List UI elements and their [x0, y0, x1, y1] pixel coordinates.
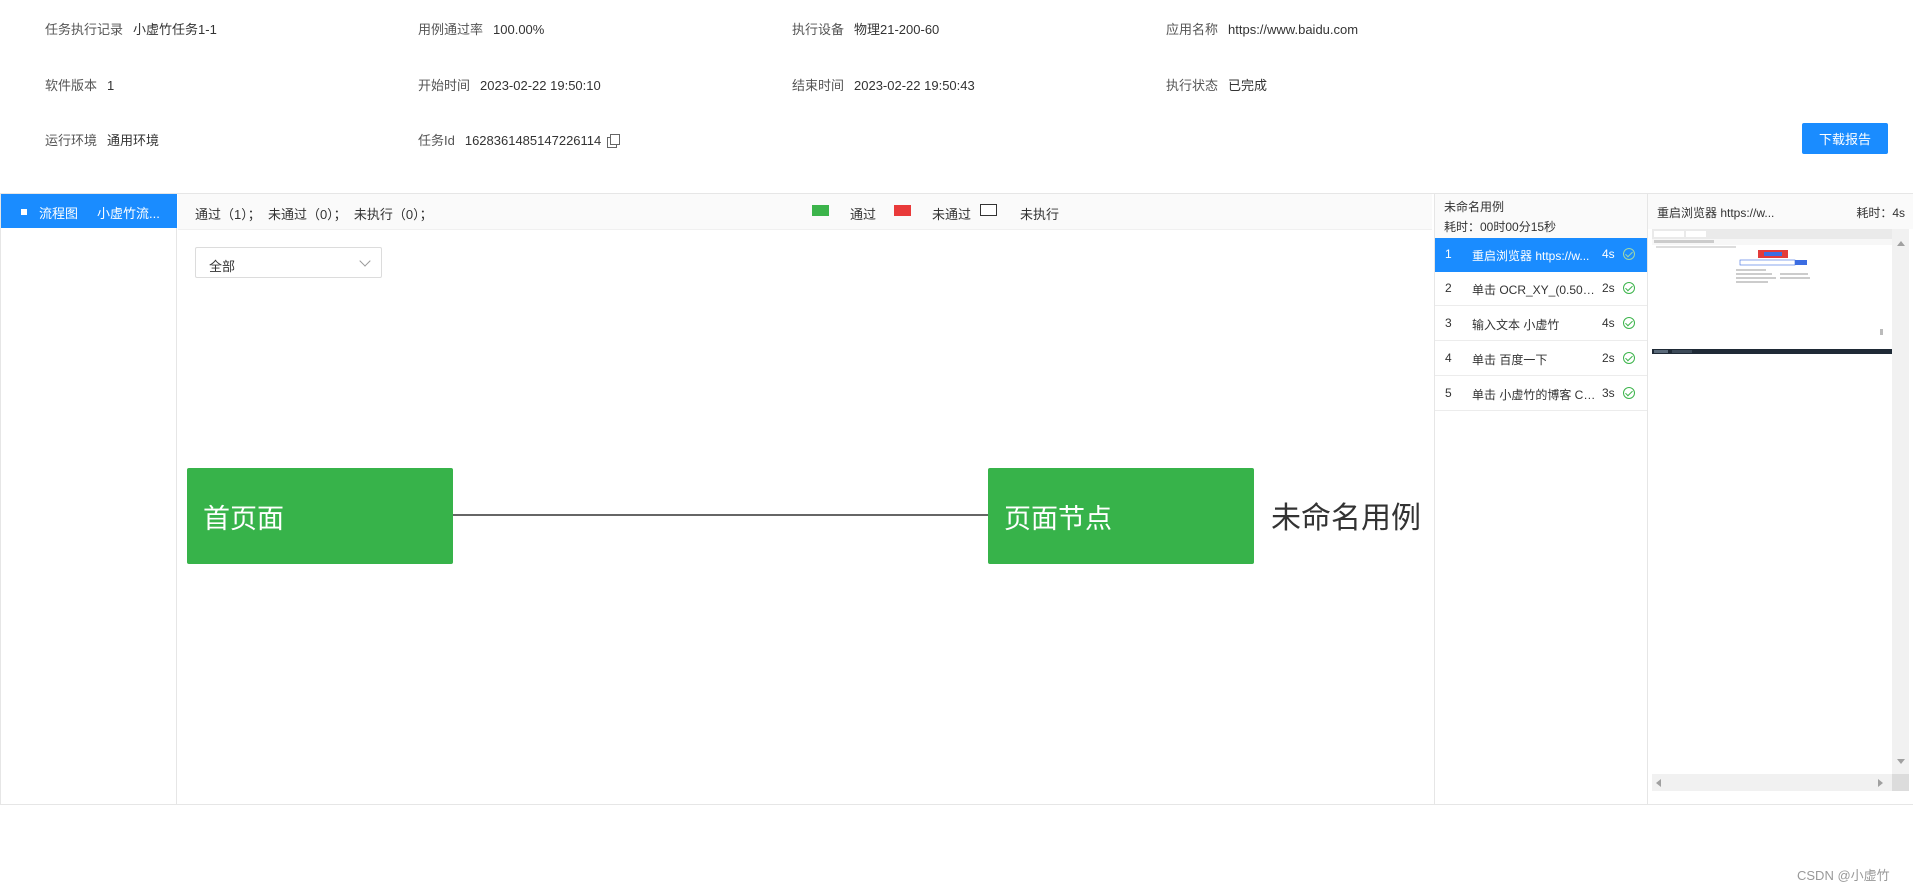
environment-value: 通用环境	[107, 133, 160, 148]
check-circle-icon	[1623, 248, 1635, 260]
screenshot-duration: 耗时：4s	[1856, 206, 1905, 220]
task-id-value: 1628361485147226114	[464, 133, 602, 148]
check-circle-icon	[1623, 317, 1635, 329]
start-time: 开始时间 2023-02-22 19:50:10	[418, 75, 601, 94]
exec-status-value: 已完成	[1228, 78, 1268, 93]
info-row-1: 任务执行记录 小虚竹任务1-1 用例通过率 100.00% 执行设备 物理21-200…	[0, 19, 1913, 39]
device-value: 物理21-200-60	[854, 22, 940, 37]
task-id: 任务Id 1628361485147226114	[418, 130, 621, 149]
case-title: 未命名用例	[1444, 200, 1505, 214]
vertical-scrollbar[interactable]	[1892, 229, 1909, 774]
app-name-value: https://www.baidu.com	[1228, 22, 1359, 37]
step-row[interactable]: 4 单击 百度一下 2s	[1435, 342, 1647, 376]
start-time-label: 开始时间	[418, 78, 471, 93]
info-row-3: 运行环境 通用环境 任务Id 1628361485147226114	[0, 130, 1913, 150]
pass-rate-label: 用例通过率	[418, 22, 484, 37]
step-row[interactable]: 1 重启浏览器 https://w... 4s	[1435, 238, 1647, 272]
step-name: 重启浏览器 https://w...	[1472, 249, 1590, 263]
app-name: 应用名称 https://www.baidu.com	[1166, 19, 1358, 38]
task-record-label: 任务执行记录	[45, 22, 124, 37]
step-number: 5	[1445, 386, 1452, 400]
app-name-label: 应用名称	[1166, 22, 1219, 37]
end-time-label: 结束时间	[792, 78, 845, 93]
case-header: 未命名用例 耗时：00时00分15秒	[1435, 194, 1647, 238]
step-name: 单击 百度一下	[1472, 353, 1548, 367]
scroll-right-arrow-icon[interactable]	[1878, 779, 1883, 787]
flow-node-home-label: 首页面	[203, 504, 284, 534]
download-report-button[interactable]: 下载报告	[1802, 123, 1888, 154]
pass-rate-value: 100.00%	[493, 22, 545, 37]
environment-label: 运行环境	[45, 133, 98, 148]
flow-canvas: 通过（1）； 未通过（0）； 未执行（0）； 通过 未通过 未执行 全部 首页面…	[178, 194, 1432, 804]
task-id-label: 任务Id	[418, 133, 455, 148]
step-number: 1	[1445, 247, 1452, 261]
step-duration: 4s	[1602, 247, 1615, 261]
scroll-left-arrow-icon[interactable]	[1656, 779, 1661, 787]
start-time-value: 2023-02-22 19:50:10	[480, 78, 601, 93]
task-record-value: 小虚竹任务1-1	[133, 22, 217, 37]
screenshot-viewport[interactable]	[1652, 229, 1892, 774]
screenshot-header: 重启浏览器 https://w... 耗时：4s	[1648, 194, 1913, 229]
step-name: 输入文本 小虚竹	[1472, 318, 1560, 332]
square-bullet-icon	[21, 209, 27, 215]
step-duration: 3s	[1602, 386, 1615, 400]
pass-rate: 用例通过率 100.00%	[418, 19, 544, 38]
step-row[interactable]: 2 单击 OCR_XY_(0.501,0... 2s	[1435, 272, 1647, 306]
step-row[interactable]: 3 输入文本 小虚竹 4s	[1435, 307, 1647, 341]
end-time-value: 2023-02-22 19:50:43	[854, 78, 975, 93]
nav-item-flowchart[interactable]: 流程图 小虚竹流...	[1, 194, 177, 228]
flow-case-label: 未命名用例	[1271, 502, 1421, 535]
device: 执行设备 物理21-200-60	[792, 19, 939, 38]
copy-icon[interactable]	[607, 134, 621, 148]
info-row-2: 软件版本 1 开始时间 2023-02-22 19:50:10 结束时间 2023-0…	[0, 75, 1913, 95]
task-record: 任务执行记录 小虚竹任务1-1	[45, 19, 217, 38]
scroll-up-arrow-icon[interactable]	[1897, 241, 1905, 246]
step-duration: 2s	[1602, 351, 1615, 365]
nav-item-label: 流程图	[39, 206, 79, 221]
step-duration: 4s	[1602, 316, 1615, 330]
case-duration: 耗时：00时00分15秒	[1444, 220, 1557, 234]
step-duration: 2s	[1602, 281, 1615, 295]
step-row[interactable]: 5 单击 小虚竹的博客 CS... 3s	[1435, 377, 1647, 411]
check-circle-icon	[1623, 387, 1635, 399]
software-version-label: 软件版本	[45, 78, 98, 93]
flow-diagram: 首页面 页面节点 未命名用例	[187, 468, 1421, 564]
check-circle-icon	[1623, 282, 1635, 294]
watermark: CSDN @小虚竹	[1797, 868, 1890, 883]
step-number: 2	[1445, 281, 1452, 295]
scrollbar-corner	[1892, 774, 1909, 791]
screenshot-step-title: 重启浏览器 https://w...	[1657, 206, 1775, 220]
main-frame: 流程图 小虚竹流... 通过（1）； 未通过（0）； 未执行（0）； 通过 未通…	[0, 193, 1913, 805]
step-number: 4	[1445, 351, 1452, 365]
screenshot-panel: 重启浏览器 https://w... 耗时：4s	[1648, 194, 1913, 804]
horizontal-scrollbar[interactable]	[1652, 774, 1892, 791]
exec-status-label: 执行状态	[1166, 78, 1219, 93]
case-steps-panel: 未命名用例 耗时：00时00分15秒 1 重启浏览器 https://w... …	[1434, 194, 1648, 804]
nav-item-name: 小虚竹流...	[97, 206, 159, 221]
step-name: 单击 小虚竹的博客 CS...	[1472, 388, 1600, 402]
browser-screenshot-thumbnail	[1652, 229, 1892, 354]
exec-status: 执行状态 已完成	[1166, 75, 1267, 94]
step-number: 3	[1445, 316, 1452, 330]
end-time: 结束时间 2023-02-22 19:50:43	[792, 75, 975, 94]
device-label: 执行设备	[792, 22, 845, 37]
left-nav: 流程图 小虚竹流...	[0, 194, 177, 804]
flow-node-page-label: 页面节点	[1004, 504, 1112, 534]
software-version: 软件版本 1	[45, 75, 114, 94]
environment: 运行环境 通用环境	[45, 130, 159, 149]
software-version-value: 1	[107, 78, 115, 93]
step-name: 单击 OCR_XY_(0.501,0...	[1472, 283, 1600, 297]
check-circle-icon	[1623, 352, 1635, 364]
scroll-down-arrow-icon[interactable]	[1897, 759, 1905, 764]
